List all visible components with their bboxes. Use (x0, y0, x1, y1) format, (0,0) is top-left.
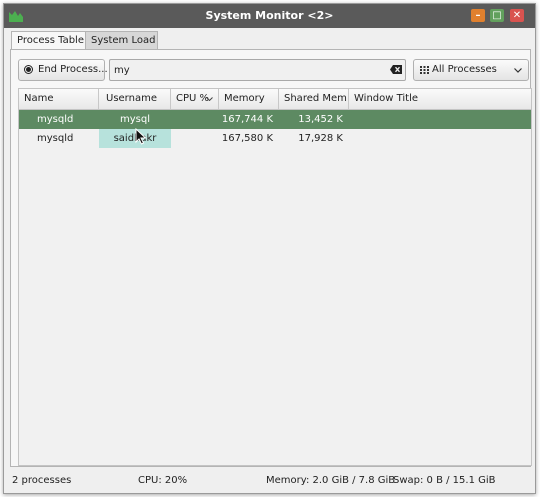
table-header: Name Username CPU % Memory Shared Mem Wi… (19, 89, 531, 110)
search-input[interactable] (114, 62, 382, 78)
tab-process-table[interactable]: Process Table (11, 31, 86, 51)
minimize-button[interactable]: – (471, 9, 485, 22)
search-field[interactable] (109, 59, 406, 81)
end-process-button[interactable]: End Process... (18, 59, 108, 81)
end-process-label: End Process... (38, 64, 108, 75)
table-row[interactable]: mysqld saidbakr 167,580 K 17,928 K (19, 129, 531, 148)
process-table: Name Username CPU % Memory Shared Mem Wi… (18, 88, 532, 466)
process-table-pane: End Process... All Processes Name U (10, 49, 532, 467)
column-header-name[interactable]: Name (19, 89, 99, 109)
column-header-cpu[interactable]: CPU % (171, 89, 219, 109)
tab-system-load[interactable]: System Load (85, 31, 158, 51)
mouse-cursor-icon (135, 128, 147, 145)
cell-cpu (171, 110, 219, 129)
window-title: System Monitor <2> (205, 9, 334, 22)
column-header-username[interactable]: Username (99, 89, 171, 109)
status-bar: 2 processes CPU: 20% Memory: 2.0 GiB / 7… (4, 469, 535, 493)
status-cpu: CPU: 20% (138, 475, 188, 486)
filter-selected-label: All Processes (432, 64, 497, 75)
cell-memory: 167,744 K (221, 114, 273, 125)
column-header-shared-mem[interactable]: Shared Mem (279, 89, 349, 109)
cell-memory: 167,580 K (221, 133, 273, 144)
cell-window-title (355, 110, 531, 129)
clear-search-icon[interactable] (390, 65, 402, 74)
grid-icon (420, 66, 429, 74)
chevron-down-icon (514, 68, 522, 73)
title-bar[interactable]: System Monitor <2> – □ ✕ (4, 4, 535, 28)
cell-shared-mem: 13,452 K (298, 114, 343, 125)
column-header-memory[interactable]: Memory (219, 89, 279, 109)
process-filter-select[interactable]: All Processes (413, 59, 529, 81)
cell-username: mysql (120, 114, 150, 125)
cell-cpu (171, 129, 219, 148)
cell-name: mysqld (37, 133, 74, 144)
cell-name: mysqld (37, 114, 74, 125)
cell-window-title (355, 129, 531, 148)
status-memory: Memory: 2.0 GiB / 7.8 GiB (266, 475, 396, 486)
sort-down-icon (206, 97, 213, 101)
column-header-cpu-label: CPU % (176, 93, 210, 104)
close-button[interactable]: ✕ (510, 9, 524, 22)
status-swap: Swap: 0 B / 15.1 GiB (393, 475, 496, 486)
record-icon (24, 65, 33, 74)
maximize-button[interactable]: □ (490, 9, 504, 22)
status-process-count: 2 processes (12, 475, 72, 486)
cell-shared-mem: 17,928 K (298, 133, 343, 144)
column-header-window-title[interactable]: Window Title (349, 89, 531, 109)
system-monitor-window: System Monitor <2> – □ ✕ Process Table S… (3, 3, 536, 494)
table-row[interactable]: mysqld mysql 167,744 K 13,452 K (19, 110, 531, 129)
